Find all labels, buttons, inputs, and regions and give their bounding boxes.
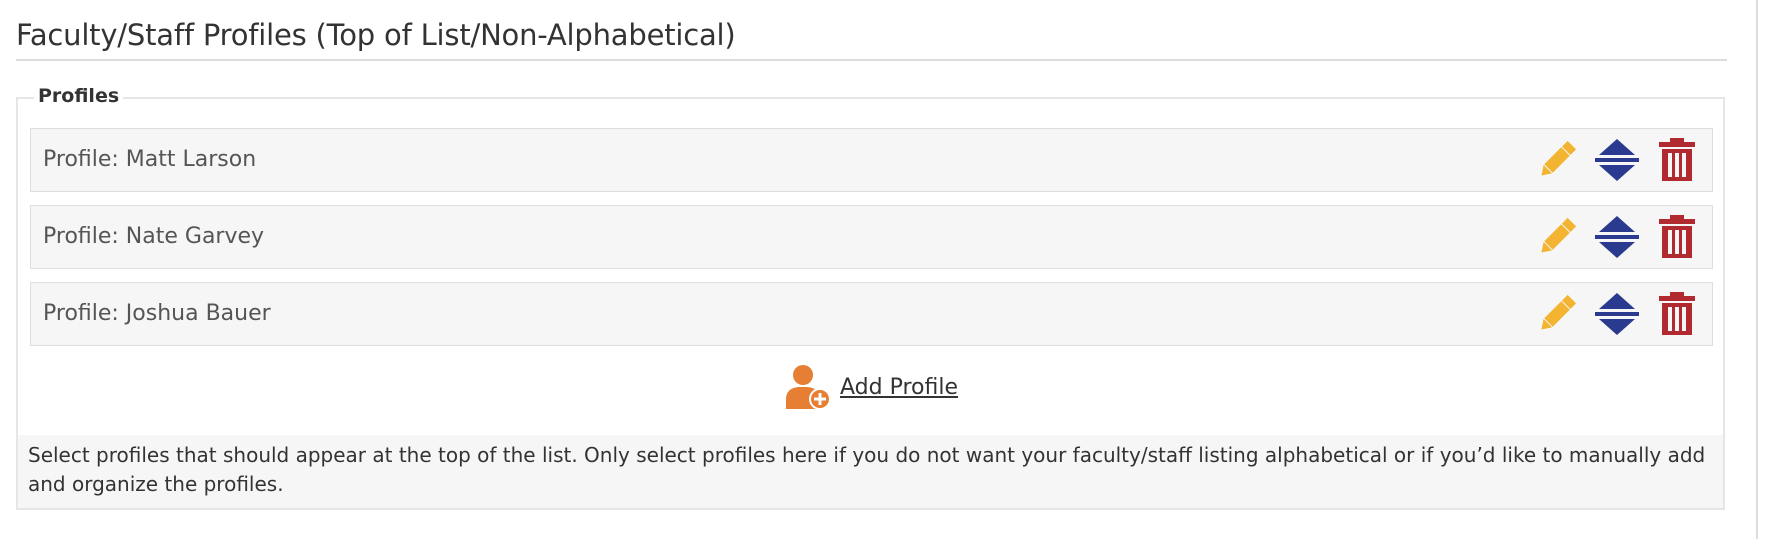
profile-row: Profile: Joshua Bauer [30, 282, 1713, 346]
help-text: Select profiles that should appear at th… [18, 435, 1723, 508]
row-actions [1532, 135, 1702, 185]
profiles-legend: Profiles [34, 85, 124, 107]
title-divider [16, 59, 1727, 61]
pencil-icon[interactable] [1532, 289, 1582, 339]
add-profile-label[interactable]: Add Profile [840, 375, 958, 400]
reorder-arrows-icon[interactable] [1592, 289, 1642, 339]
profile-row: Profile: Nate Garvey [30, 205, 1713, 269]
profile-label: Profile: Matt Larson [43, 147, 257, 172]
trash-icon[interactable] [1652, 212, 1702, 262]
pencil-icon[interactable] [1532, 212, 1582, 262]
trash-icon[interactable] [1652, 135, 1702, 185]
pencil-icon[interactable] [1532, 135, 1582, 185]
reorder-arrows-icon[interactable] [1592, 135, 1642, 185]
reorder-arrows-icon[interactable] [1592, 212, 1642, 262]
add-user-icon [786, 365, 831, 410]
profile-label: Profile: Joshua Bauer [43, 301, 271, 326]
profile-row: Profile: Matt Larson [30, 128, 1713, 192]
add-profile-button[interactable]: Add Profile [786, 363, 958, 411]
profile-label: Profile: Nate Garvey [43, 224, 265, 249]
profiles-fieldset: Profiles Profile: Matt Larson Profile: N… [16, 85, 1725, 510]
trash-icon[interactable] [1652, 289, 1702, 339]
row-actions [1532, 289, 1702, 339]
page-edge-divider [1756, 0, 1758, 539]
page-title: Faculty/Staff Profiles (Top of List/Non-… [16, 18, 736, 52]
row-actions [1532, 212, 1702, 262]
